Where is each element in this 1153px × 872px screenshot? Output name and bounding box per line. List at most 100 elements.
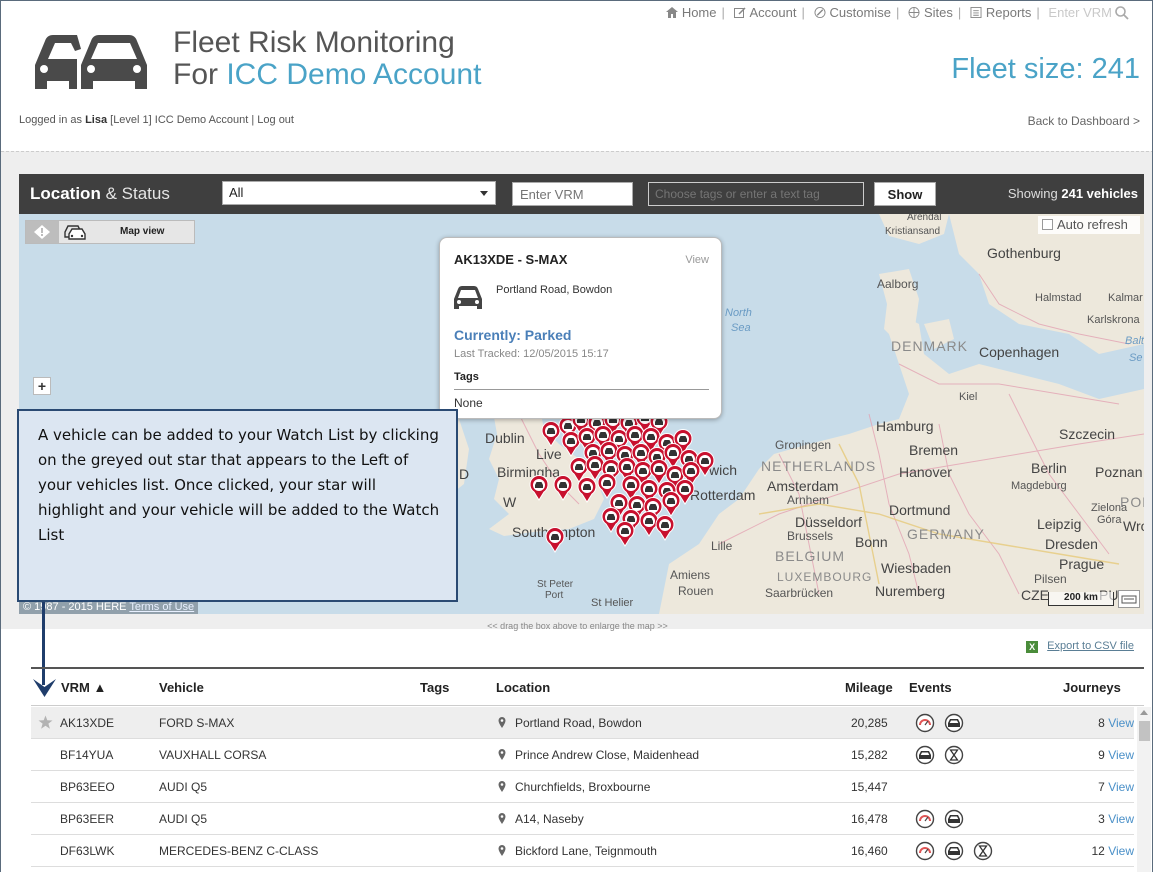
driving-event-icon[interactable] [915,745,935,765]
fleet-logo-icon [35,35,147,89]
col-mileage[interactable]: Mileage [845,680,893,695]
cell-vrm: BF14YUA [60,748,114,762]
col-events[interactable]: Events [909,680,952,695]
journeys-view-link[interactable]: View [1108,780,1134,794]
nav-home[interactable]: Home [665,5,717,20]
speeding-event-icon[interactable] [915,713,935,733]
cell-vrm: AK13XDE [60,716,115,730]
col-tags[interactable]: Tags [420,680,449,695]
idle-event-icon[interactable] [973,841,993,861]
excel-icon: X [1026,641,1039,653]
location-pin-icon [498,813,506,824]
map-mode-button[interactable] [1118,590,1140,608]
vehicle-pin[interactable] [553,475,573,501]
section-title: Location & Status [30,184,170,203]
col-vehicle[interactable]: Vehicle [159,680,204,695]
nav-customise[interactable]: Customise [814,5,891,20]
search-icon[interactable] [1114,5,1130,21]
cell-journeys[interactable]: 12 View [1092,844,1135,858]
cell-mileage: 20,285 [851,716,888,730]
keyboard-icon [1121,595,1137,604]
map-copyright: © 1987 - 2015 HERE Terms of Use [19,600,199,614]
vrm-input[interactable] [512,182,633,206]
vehicle-pin[interactable] [615,521,635,547]
table-row[interactable]: DF63LWK MERCEDES-BENZ C-CLASS Bickford Lan… [31,835,1134,867]
col-location[interactable]: Location [496,680,550,695]
cell-location: Churchfields, Broxbourne [498,780,650,794]
scroll-up-icon[interactable] [1140,710,1148,715]
col-vrm[interactable]: VRM ▲ [61,680,106,695]
divider [454,389,709,390]
table-row[interactable]: BP63EER AUDI Q5 A14, Naseby 16,478 3 View [31,803,1134,835]
speeding-event-icon[interactable] [915,809,935,829]
cell-mileage: 15,447 [851,780,888,794]
cell-vrm: DF63LWK [60,844,115,858]
tag-input[interactable] [648,182,864,206]
table-scrollbar[interactable] [1137,707,1151,872]
popup-status: Currently: Parked [454,327,572,343]
popup-address: Portland Road, Bowdon [496,284,613,296]
map-scale: 200 km [1048,592,1114,606]
cell-vehicle: AUDI Q5 [159,812,208,826]
journeys-view-link[interactable]: View [1108,812,1134,826]
vehicle-count: Showing 241 vehicles [1007,186,1138,201]
vehicle-pin[interactable] [661,491,681,517]
watchlist-star-icon[interactable] [38,715,53,730]
vehicle-pin[interactable] [545,527,565,553]
popup-view-link[interactable]: View [685,254,709,266]
location-pin-icon [498,717,506,728]
cell-mileage: 16,460 [851,844,888,858]
chevron-down-icon [480,191,488,196]
top-nav: Home | Account | Customise | Sites | Reports… [665,5,1112,20]
nav-reports[interactable]: Reports [970,5,1031,20]
cell-location: A14, Naseby [498,812,584,826]
table-row[interactable]: AK13XDE FORD S-MAX Portland Road, Bowdon 20… [31,707,1134,739]
vehicle-popup: AK13XDE - S-MAX View Portland Road, Bowd… [439,237,722,419]
vehicle-pin[interactable] [577,477,597,503]
journeys-view-link[interactable]: View [1108,748,1134,762]
terms-link[interactable]: Terms of Use [129,601,194,613]
nav-account[interactable]: Account [733,5,797,20]
cell-vrm: BP63EEO [60,780,115,794]
cell-journeys[interactable]: 3 View [1098,812,1134,826]
cell-location: Portland Road, Bowdon [498,716,642,730]
nav-sites[interactable]: Sites [908,5,953,20]
col-journeys[interactable]: Journeys [1063,680,1121,695]
driving-event-icon[interactable] [944,841,964,861]
nav-vrm-search[interactable]: Enter VRM [1048,5,1112,20]
table-row[interactable]: BP63EEO AUDI Q5 Churchfields, Broxbourne 15… [31,771,1134,803]
vehicle-pin[interactable] [655,515,675,541]
edit-icon [733,7,746,18]
back-to-dashboard-link[interactable]: Back to Dashboard > [1028,114,1140,128]
cell-location: Bickford Lane, Teignmouth [498,844,657,858]
journeys-view-link[interactable]: View [1108,844,1134,858]
filter-select[interactable]: All [222,181,496,205]
vehicle-pin[interactable] [639,511,659,537]
vehicle-pin[interactable] [529,475,549,501]
cell-vehicle: AUDI Q5 [159,780,208,794]
cell-mileage: 15,282 [851,748,888,762]
vehicle-pin[interactable] [541,421,561,447]
speeding-event-icon[interactable] [915,841,935,861]
journeys-view-link[interactable]: View [1108,716,1134,730]
login-status: Logged in as Lisa [Level 1] ICC Demo Acc… [19,114,294,126]
app-title: Fleet Risk Monitoring [173,26,455,59]
driving-event-icon[interactable] [944,809,964,829]
cell-journeys[interactable]: 7 View [1098,780,1134,794]
popup-tags-value: None [454,396,483,410]
location-pin-icon [498,781,506,792]
cell-journeys[interactable]: 9 View [1098,748,1134,762]
idle-event-icon[interactable] [944,745,964,765]
cell-journeys[interactable]: 8 View [1098,716,1134,730]
vehicle-pin[interactable] [597,473,617,499]
cell-vehicle: MERCEDES-BENZ C-CLASS [159,844,319,858]
vehicle-pin[interactable] [561,431,581,457]
cell-location: Prince Andrew Close, Maidenhead [498,748,699,762]
export-csv-link[interactable]: X Export to CSV file [1026,640,1134,653]
fleet-size: Fleet size: 241 [951,53,1140,85]
scroll-thumb[interactable] [1139,721,1150,741]
driving-event-icon[interactable] [944,713,964,733]
table-row[interactable]: BF14YUA VAUXHALL CORSA Prince Andrew Close… [31,739,1134,771]
show-button[interactable]: Show [874,182,936,206]
customise-icon [814,7,826,18]
